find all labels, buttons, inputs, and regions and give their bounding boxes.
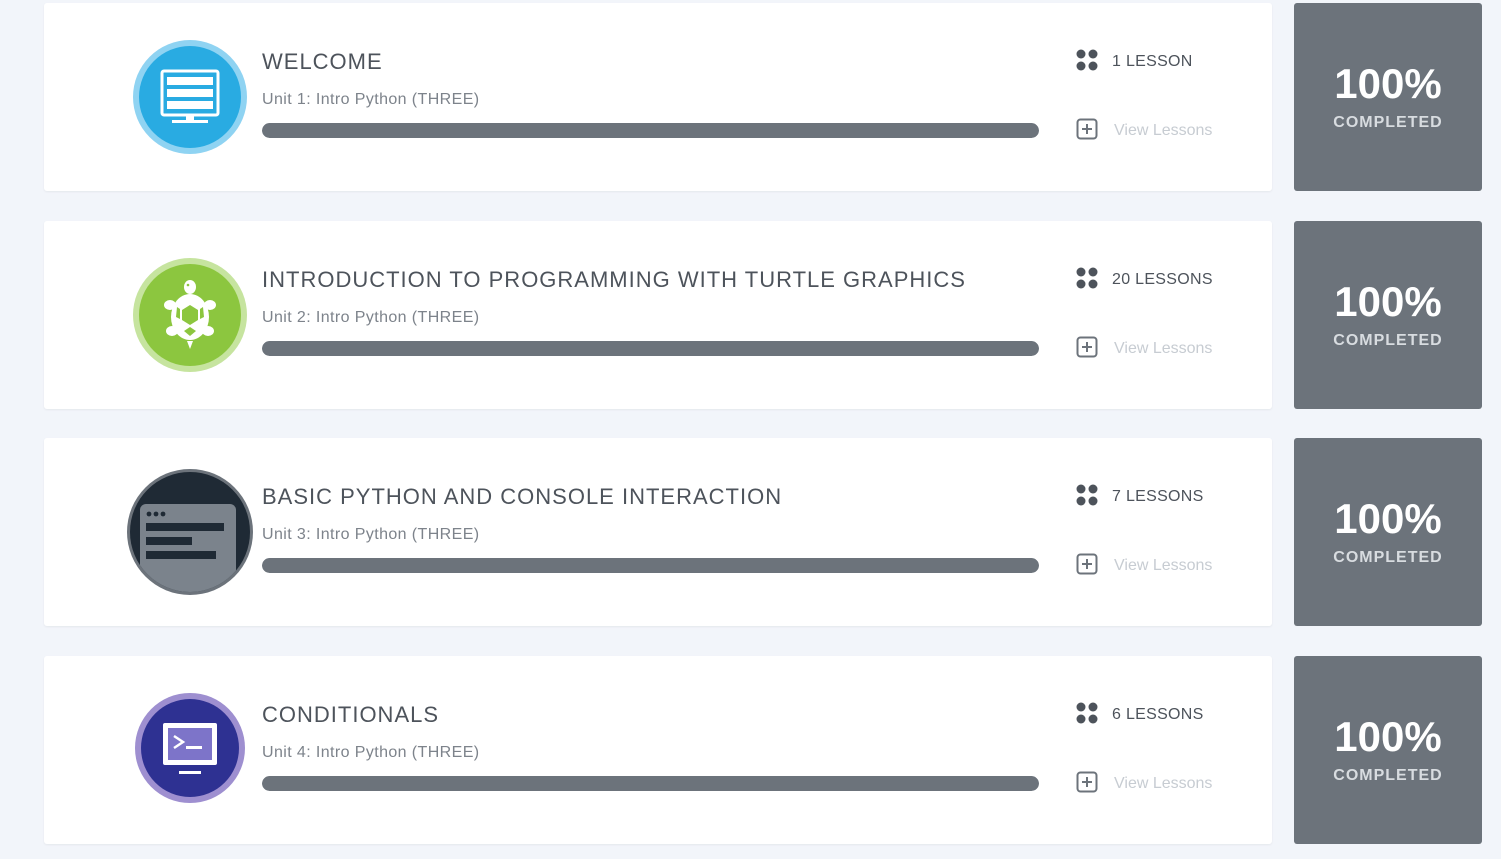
view-lessons-label[interactable]: View Lessons [1114, 122, 1212, 140]
lesson-count: 6 LESSONS [1076, 702, 1204, 728]
unit-row-4: CONDITIONALS Unit 4: Intro Python (THREE… [0, 656, 1501, 844]
lesson-count: 20 LESSONS [1076, 267, 1213, 293]
progress-bar [262, 776, 1039, 791]
completion-status: COMPLETED [1333, 332, 1443, 349]
plus-box-icon[interactable] [1076, 336, 1098, 363]
completion-percent: 100% [1334, 713, 1442, 760]
view-lessons-label[interactable]: View Lessons [1114, 775, 1212, 793]
unit-card[interactable]: CONDITIONALS Unit 4: Intro Python (THREE… [44, 656, 1272, 844]
view-lessons-link[interactable]: View Lessons [1076, 771, 1212, 797]
lesson-count: 7 LESSONS [1076, 484, 1204, 510]
grid-dots-icon [1076, 484, 1098, 511]
view-lessons-link[interactable]: View Lessons [1076, 336, 1212, 362]
completion-badge: 100% COMPLETED [1294, 656, 1482, 844]
completion-badge: 100% COMPLETED [1294, 438, 1482, 626]
unit-row-1: WELCOME Unit 1: Intro Python (THREE) 1 L… [0, 3, 1501, 191]
unit-subtitle: Unit 1: Intro Python (THREE) [262, 91, 480, 108]
completion-badge: 100% COMPLETED [1294, 221, 1482, 409]
progress-bar [262, 123, 1039, 138]
progress-bar [262, 341, 1039, 356]
unit-card[interactable]: INTRODUCTION TO PROGRAMMING WITH TURTLE … [44, 221, 1272, 409]
unit-row-2: INTRODUCTION TO PROGRAMMING WITH TURTLE … [0, 221, 1501, 409]
unit-card[interactable]: BASIC PYTHON AND CONSOLE INTERACTION Uni… [44, 438, 1272, 626]
plus-box-icon[interactable] [1076, 553, 1098, 580]
unit-subtitle: Unit 3: Intro Python (THREE) [262, 526, 480, 543]
terminal-prompt-icon [134, 692, 246, 804]
completion-percent: 100% [1334, 60, 1442, 107]
unit-title[interactable]: WELCOME [262, 49, 383, 75]
plus-box-icon[interactable] [1076, 771, 1098, 798]
lesson-count-label: 6 LESSONS [1112, 706, 1204, 723]
completion-status: COMPLETED [1333, 549, 1443, 566]
lesson-count-label: 1 LESSON [1112, 53, 1193, 70]
unit-subtitle: Unit 2: Intro Python (THREE) [262, 309, 480, 326]
lesson-count-label: 20 LESSONS [1112, 271, 1213, 288]
completion-badge: 100% COMPLETED [1294, 3, 1482, 191]
progress-fill [262, 341, 1039, 356]
view-lessons-label[interactable]: View Lessons [1114, 340, 1212, 358]
grid-dots-icon [1076, 49, 1098, 76]
monitor-icon [132, 39, 248, 155]
unit-title[interactable]: BASIC PYTHON AND CONSOLE INTERACTION [262, 484, 782, 510]
progress-fill [262, 776, 1039, 791]
view-lessons-link[interactable]: View Lessons [1076, 553, 1212, 579]
completion-status: COMPLETED [1333, 767, 1443, 784]
unit-row-3: BASIC PYTHON AND CONSOLE INTERACTION Uni… [0, 438, 1501, 626]
unit-subtitle: Unit 4: Intro Python (THREE) [262, 744, 480, 761]
lesson-count-label: 7 LESSONS [1112, 488, 1204, 505]
progress-fill [262, 123, 1039, 138]
grid-dots-icon [1076, 702, 1098, 729]
view-lessons-label[interactable]: View Lessons [1114, 557, 1212, 575]
completion-percent: 100% [1334, 495, 1442, 542]
unit-title[interactable]: CONDITIONALS [262, 702, 439, 728]
turtle-icon [132, 257, 248, 373]
unit-title[interactable]: INTRODUCTION TO PROGRAMMING WITH TURTLE … [262, 267, 966, 293]
completion-status: COMPLETED [1333, 114, 1443, 131]
lesson-count: 1 LESSON [1076, 49, 1193, 75]
plus-box-icon[interactable] [1076, 118, 1098, 145]
unit-card[interactable]: WELCOME Unit 1: Intro Python (THREE) 1 L… [44, 3, 1272, 191]
console-window-icon [126, 468, 254, 596]
progress-fill [262, 558, 1039, 573]
progress-bar [262, 558, 1039, 573]
grid-dots-icon [1076, 267, 1098, 294]
completion-percent: 100% [1334, 278, 1442, 325]
view-lessons-link[interactable]: View Lessons [1076, 118, 1212, 144]
